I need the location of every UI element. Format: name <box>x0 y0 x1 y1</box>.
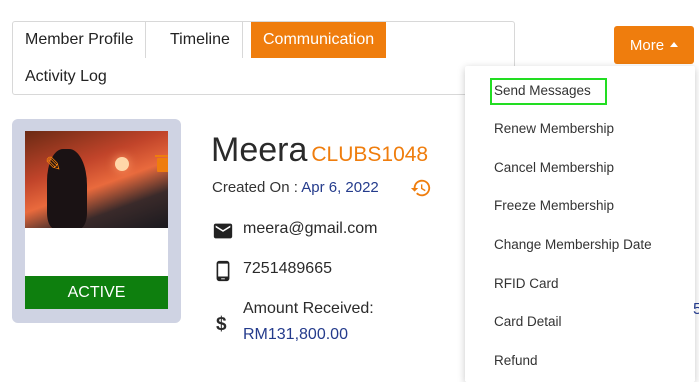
status-badge: ACTIVE <box>25 276 168 309</box>
menu-item-rfid-card[interactable]: RFID Card <box>494 276 559 291</box>
dollar-icon: $ <box>216 314 227 335</box>
member-photo: ✎ <box>25 131 168 228</box>
menu-item-card-detail[interactable]: Card Detail <box>494 314 562 329</box>
tab-communication[interactable]: Communication <box>251 22 387 58</box>
amount-label: Amount Received: <box>243 300 374 317</box>
mail-icon <box>213 223 233 239</box>
amount-value: RM131,800.00 <box>243 326 348 343</box>
profile-tabs: Member Profile Timeline Communication Ac… <box>12 21 515 95</box>
tab-member-profile[interactable]: Member Profile <box>13 22 147 58</box>
member-code: CLUBS1048 <box>311 143 429 166</box>
member-name-text: Meera <box>211 131 308 169</box>
phone-text: 7251489665 <box>243 260 332 277</box>
tab-activity-log[interactable]: Activity Log <box>13 59 119 95</box>
menu-item-cancel-membership[interactable]: Cancel Membership <box>494 160 614 175</box>
member-name: Meera CLUBS1048 <box>211 131 428 170</box>
profile-card: ✎ ACTIVE <box>12 119 181 323</box>
photo-sun <box>115 157 129 171</box>
menu-item-freeze-membership[interactable]: Freeze Membership <box>494 198 614 213</box>
tab-timeline[interactable]: Timeline <box>158 22 243 58</box>
menu-item-change-membership-date[interactable]: Change Membership Date <box>494 237 652 252</box>
photo-blank-area <box>25 228 168 276</box>
more-dropdown-menu: Send Messages Renew Membership Cancel Me… <box>465 66 695 382</box>
created-on: Created On : Apr 6, 2022 <box>212 179 379 196</box>
created-date: Apr 6, 2022 <box>301 179 379 196</box>
email-text: meera@gmail.com <box>243 220 378 237</box>
edit-icon[interactable]: ✎ <box>45 155 62 175</box>
caret-up-icon <box>670 41 679 47</box>
phone-icon <box>216 260 230 282</box>
trash-icon[interactable] <box>155 155 168 172</box>
menu-item-renew-membership[interactable]: Renew Membership <box>494 121 614 136</box>
edge-cutoff-text: 5 <box>693 301 699 318</box>
created-label: Created On : <box>212 179 302 196</box>
more-button-label: More <box>629 36 665 54</box>
menu-item-refund[interactable]: Refund <box>494 353 538 368</box>
more-button[interactable]: More <box>614 26 694 64</box>
history-icon[interactable] <box>410 177 432 199</box>
menu-item-send-messages[interactable]: Send Messages <box>494 83 591 98</box>
